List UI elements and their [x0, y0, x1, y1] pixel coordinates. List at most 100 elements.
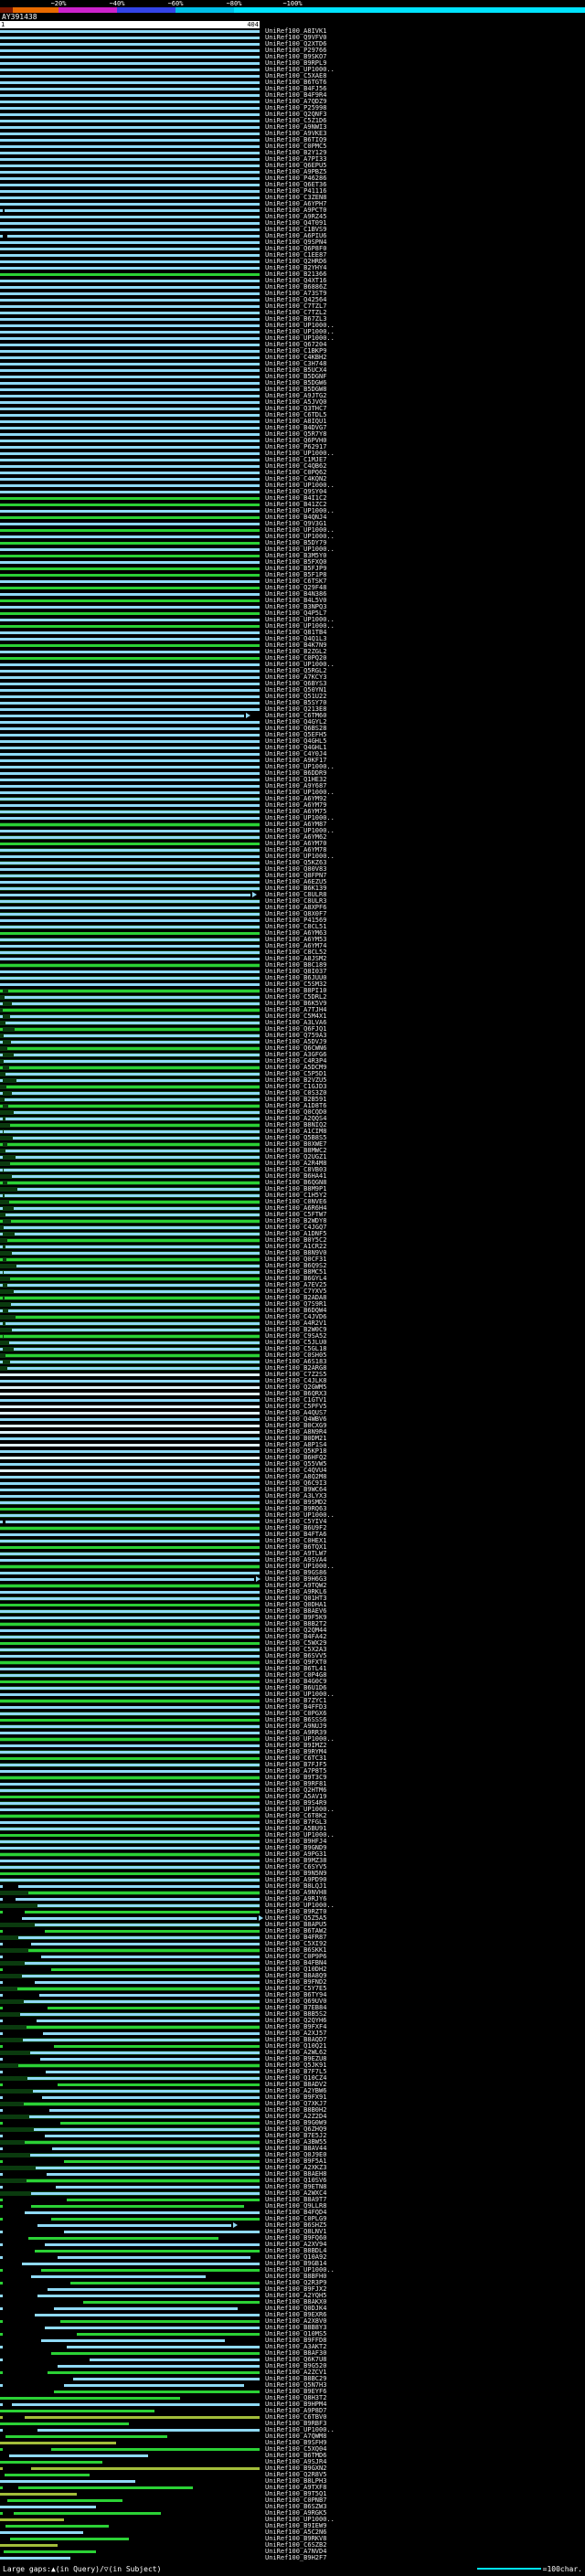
hit-bar[interactable] [0, 670, 260, 673]
hit-bar[interactable] [0, 1751, 260, 1754]
hit-bar[interactable] [5, 1246, 260, 1248]
hit-bar[interactable] [0, 823, 260, 826]
hit-bar[interactable] [0, 356, 260, 359]
hit-bar[interactable] [0, 376, 260, 378]
hit-bar[interactable] [0, 1828, 260, 1830]
hit-bar[interactable] [25, 1911, 260, 1913]
hit-bar[interactable] [13, 1207, 260, 1210]
hit-bar[interactable] [0, 190, 260, 193]
hit-bar[interactable] [44, 2327, 260, 2329]
hit-bar[interactable] [6, 1182, 260, 1184]
hit-bar[interactable] [5, 2435, 167, 2438]
hit-bar[interactable] [0, 772, 260, 775]
hit-bar[interactable] [0, 567, 260, 570]
hit-bar[interactable] [0, 324, 260, 327]
hit-bar[interactable] [0, 1495, 260, 1498]
hit-bar[interactable] [38, 1994, 260, 1997]
hit-bar[interactable] [0, 318, 260, 321]
hit-bar[interactable] [0, 695, 260, 698]
hit-bar[interactable] [48, 2007, 260, 2009]
hit-bar[interactable] [0, 267, 260, 270]
hit-bar[interactable] [24, 2000, 260, 2003]
hit-bar[interactable] [0, 766, 260, 769]
hit-bar[interactable] [9, 1162, 260, 1165]
hit-bar[interactable] [0, 1623, 260, 1626]
hit-bar[interactable] [0, 734, 260, 737]
hit-bar[interactable] [0, 196, 260, 199]
hit-bar[interactable] [0, 222, 260, 225]
hit-bar[interactable] [4, 209, 260, 212]
hit-bar[interactable] [54, 2307, 239, 2310]
hit-bar[interactable] [15, 1898, 260, 1901]
hit-bar[interactable] [5, 1322, 260, 1325]
hit-bar[interactable] [0, 1393, 260, 1395]
hit-bar[interactable] [0, 382, 260, 385]
hit-bar[interactable] [0, 932, 260, 935]
hit-bar[interactable] [0, 1373, 260, 1376]
hit-bar[interactable] [27, 1892, 260, 1894]
hit-bar[interactable] [0, 964, 260, 967]
hit-bar[interactable] [0, 631, 260, 634]
hit-bar[interactable] [0, 1617, 260, 1619]
hit-bar[interactable] [0, 612, 260, 615]
hit-bar[interactable] [0, 676, 260, 679]
hit-bar[interactable] [4, 1098, 260, 1101]
hit-bar[interactable] [30, 2154, 260, 2157]
hit-bar[interactable] [0, 1546, 260, 1549]
hit-bar[interactable] [24, 2103, 260, 2105]
hit-bar[interactable] [67, 2346, 260, 2348]
hit-bar[interactable] [0, 56, 260, 58]
hit-bar[interactable] [0, 830, 260, 832]
hit-bar[interactable] [0, 1437, 260, 1440]
hit-bar[interactable] [0, 2422, 129, 2425]
hit-bar[interactable] [0, 1796, 260, 1798]
hit-bar[interactable] [0, 331, 260, 334]
hit-bar[interactable] [0, 811, 260, 813]
hit-bar[interactable] [0, 43, 260, 46]
hit-bar[interactable] [0, 958, 260, 960]
hit-bar[interactable] [0, 1668, 260, 1670]
hit-bar[interactable] [21, 1917, 258, 1920]
hit-bar[interactable] [0, 875, 260, 877]
hit-bar[interactable] [49, 2109, 260, 2112]
hit-bar[interactable] [0, 1732, 260, 1734]
hit-bar[interactable] [73, 2378, 260, 2380]
hit-bar[interactable] [0, 248, 260, 250]
hit-bar[interactable] [63, 2231, 260, 2233]
hit-bar[interactable] [5, 1214, 260, 1216]
hit-bar[interactable] [4, 1194, 260, 1197]
hit-bar[interactable] [9, 2538, 129, 2540]
hit-bar[interactable] [54, 2045, 260, 2048]
hit-bar[interactable] [0, 1808, 260, 1811]
hit-bar[interactable] [0, 440, 260, 442]
hit-bar[interactable] [0, 817, 260, 820]
hit-bar[interactable] [8, 1105, 260, 1108]
hit-bar[interactable] [48, 2371, 260, 2374]
hit-bar[interactable] [45, 2071, 260, 2073]
hit-bar[interactable] [6, 1284, 260, 1287]
hit-bar[interactable] [0, 1380, 260, 1383]
hit-bar[interactable] [10, 1303, 260, 1306]
hit-bar[interactable] [0, 843, 260, 845]
hit-bar[interactable] [25, 2416, 260, 2419]
hit-bar[interactable] [0, 2461, 103, 2464]
hit-bar[interactable] [0, 395, 260, 398]
hit-bar[interactable] [0, 1712, 260, 1715]
hit-bar[interactable] [0, 1853, 260, 1856]
hit-bar[interactable] [0, 919, 260, 922]
hit-bar[interactable] [0, 740, 260, 743]
hit-bar[interactable] [14, 1348, 260, 1351]
hit-bar[interactable] [0, 1399, 260, 1402]
hit-bar[interactable] [26, 2179, 260, 2182]
hit-bar[interactable] [50, 2448, 260, 2451]
hit-bar[interactable] [5, 1022, 260, 1024]
hit-bar[interactable] [0, 529, 260, 532]
hit-bar[interactable] [0, 1680, 260, 1683]
hit-bar[interactable] [0, 1533, 260, 1536]
hit-bar[interactable] [0, 1418, 260, 1421]
hit-bar[interactable] [0, 574, 260, 577]
hit-bar[interactable] [0, 1629, 260, 1632]
hit-bar[interactable] [0, 849, 260, 852]
hit-bar[interactable] [0, 791, 260, 794]
hit-bar[interactable] [15, 1156, 260, 1159]
